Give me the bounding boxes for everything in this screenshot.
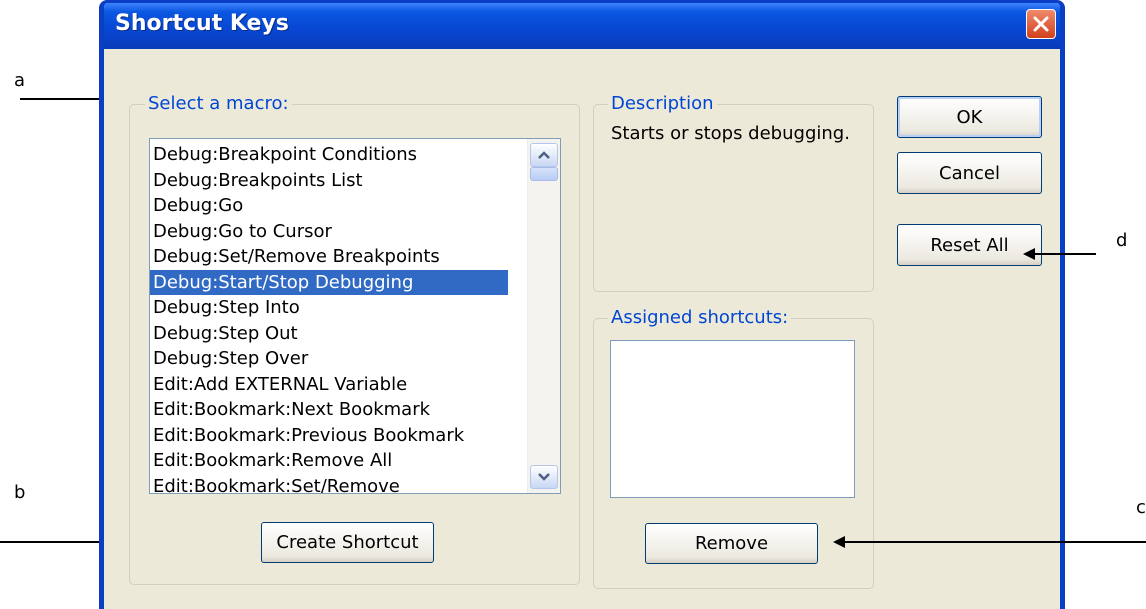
cancel-button[interactable]: Cancel bbox=[897, 152, 1042, 194]
list-item[interactable]: Debug:Step Out bbox=[150, 321, 560, 347]
list-item[interactable]: Debug:Breakpoints List bbox=[150, 168, 560, 194]
chevron-down-icon bbox=[538, 473, 550, 481]
callout-arrow-c bbox=[843, 541, 1146, 543]
list-item[interactable]: Edit:Bookmark:Previous Bookmark bbox=[150, 423, 560, 449]
description-group-label: Description bbox=[608, 93, 717, 114]
list-item[interactable]: Edit:Bookmark:Remove All bbox=[150, 448, 560, 474]
reset-all-button[interactable]: Reset All bbox=[897, 224, 1042, 266]
callout-label-c: c bbox=[1136, 497, 1146, 518]
remove-button[interactable]: Remove bbox=[645, 523, 818, 564]
macro-list-items: Debug:Breakpoint Conditions Debug:Breakpo… bbox=[150, 140, 560, 494]
list-item[interactable]: Edit:Bookmark:Set/Remove bbox=[150, 474, 560, 494]
list-item[interactable]: Debug:Step Over bbox=[150, 346, 560, 372]
scroll-thumb[interactable] bbox=[530, 167, 558, 181]
callout-label-b: b bbox=[14, 482, 26, 503]
list-item[interactable]: Debug:Go bbox=[150, 193, 560, 219]
close-icon bbox=[1033, 16, 1049, 32]
macro-listbox[interactable]: Debug:Breakpoint Conditions Debug:Breakpo… bbox=[149, 138, 561, 494]
scroll-up-button[interactable] bbox=[530, 143, 558, 167]
callout-label-d: d bbox=[1116, 230, 1128, 251]
list-item[interactable]: Debug:Set/Remove Breakpoints bbox=[150, 244, 560, 270]
callout-label-a: a bbox=[14, 70, 26, 91]
macro-group-label: Select a macro: bbox=[145, 93, 292, 114]
title-bar[interactable]: Shortcut Keys bbox=[104, 3, 1060, 49]
list-item[interactable]: Debug:Start/Stop Debugging bbox=[150, 269, 508, 295]
shortcut-keys-dialog: Shortcut Keys Select a macro: Debug:Brea… bbox=[99, 0, 1065, 609]
list-item[interactable]: Debug:Breakpoint Conditions bbox=[150, 142, 560, 168]
list-item[interactable]: Edit:Add EXTERNAL Variable bbox=[150, 372, 560, 398]
assigned-shortcuts-label: Assigned shortcuts: bbox=[608, 307, 792, 328]
scroll-down-button[interactable] bbox=[530, 465, 558, 489]
description-text: Starts or stops debugging. bbox=[611, 123, 850, 144]
ok-button[interactable]: OK bbox=[897, 96, 1042, 138]
create-shortcut-button[interactable]: Create Shortcut bbox=[261, 522, 434, 563]
window-title: Shortcut Keys bbox=[115, 11, 289, 36]
chevron-up-icon bbox=[538, 151, 550, 159]
macro-list-scrollbar[interactable] bbox=[527, 139, 560, 493]
list-item[interactable]: Debug:Step Into bbox=[150, 295, 560, 321]
callout-arrow-d bbox=[1033, 253, 1096, 255]
assigned-shortcuts-list[interactable] bbox=[610, 340, 855, 498]
list-item[interactable]: Debug:Go to Cursor bbox=[150, 219, 560, 245]
list-item[interactable]: Edit:Bookmark:Next Bookmark bbox=[150, 397, 560, 423]
close-button[interactable] bbox=[1026, 9, 1056, 39]
